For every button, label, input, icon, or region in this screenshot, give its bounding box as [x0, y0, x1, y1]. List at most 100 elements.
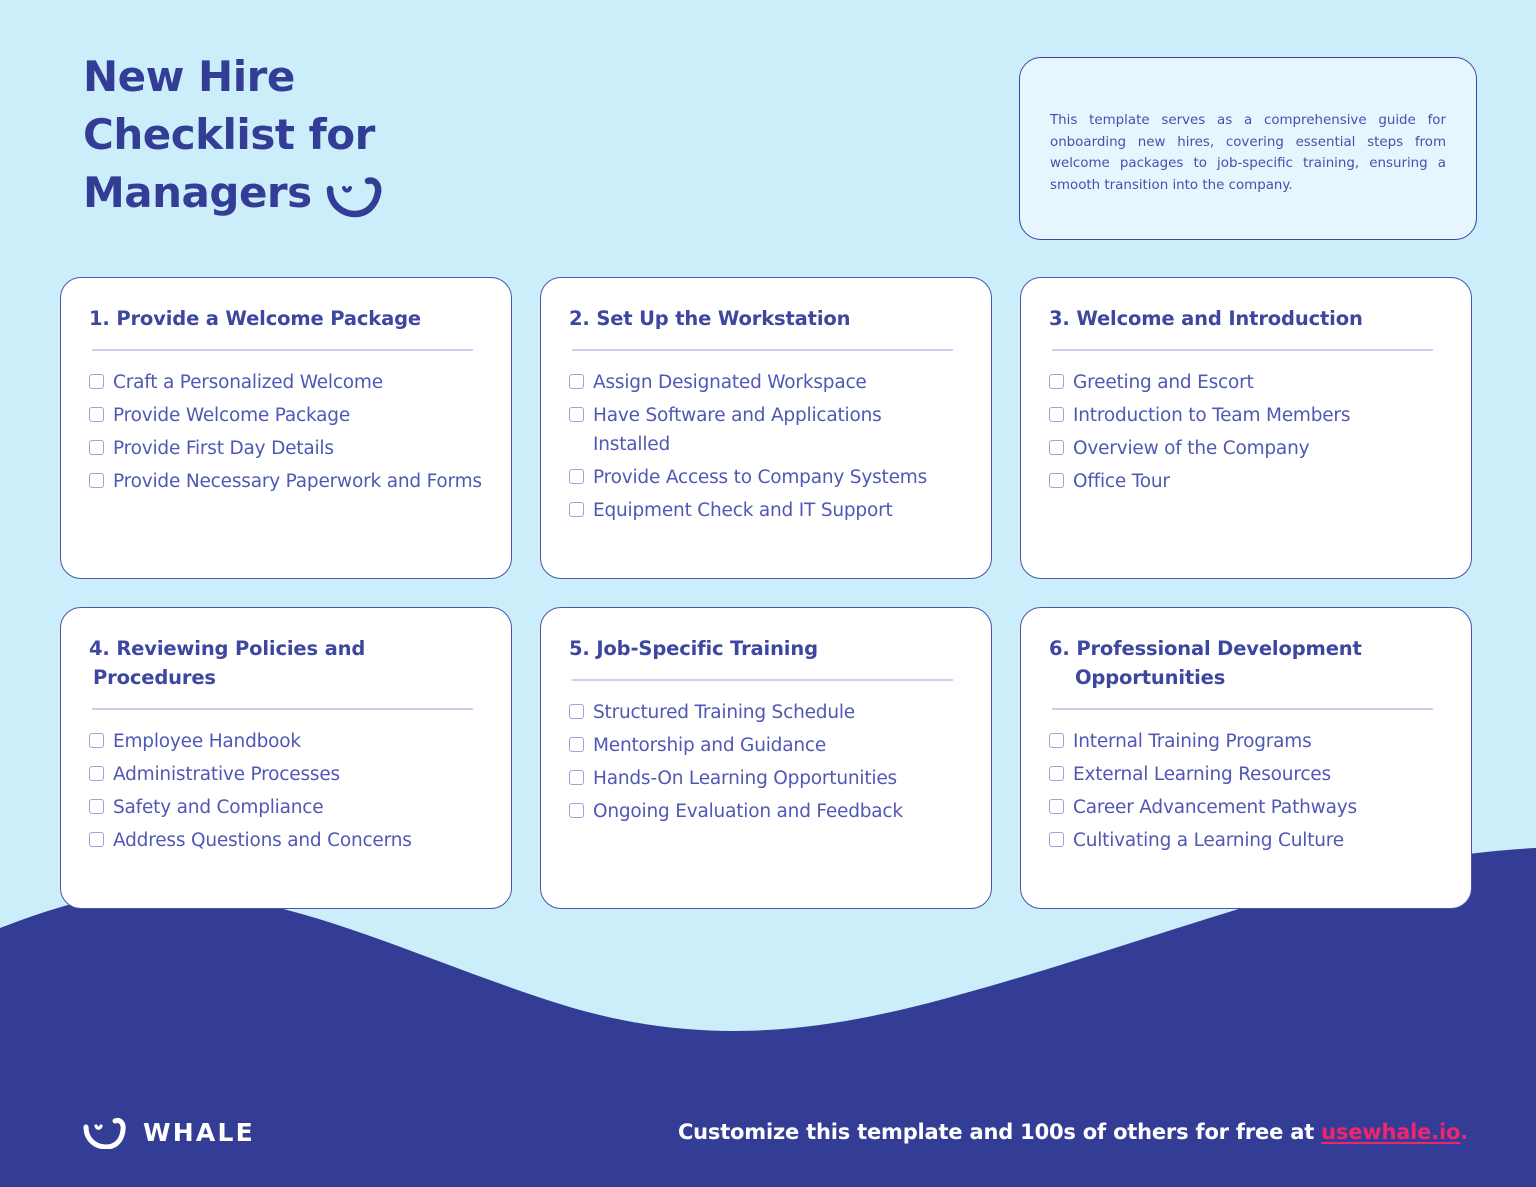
list-item[interactable]: Introduction to Team Members — [1049, 401, 1443, 430]
checkbox-icon[interactable] — [1049, 440, 1064, 455]
list-item-label: External Learning Resources — [1073, 764, 1331, 785]
page-title-line-2: Checklist for — [83, 110, 375, 159]
page-title-line-3: Managers — [83, 168, 312, 217]
checkbox-icon[interactable] — [569, 407, 584, 422]
checkbox-icon[interactable] — [89, 440, 104, 455]
checkbox-icon[interactable] — [1049, 473, 1064, 488]
footer-cta: Customize this template and 100s of othe… — [678, 1120, 1468, 1144]
list-item[interactable]: External Learning Resources — [1049, 760, 1443, 789]
checklist-card-4: 4. Reviewing Policies and Procedures Emp… — [60, 607, 512, 909]
list-item[interactable]: Employee Handbook — [89, 727, 483, 756]
checklist-card-1: 1. Provide a Welcome Package Craft a Per… — [60, 277, 512, 579]
list-item[interactable]: Greeting and Escort — [1049, 368, 1443, 397]
list-item[interactable]: Craft a Personalized Welcome — [89, 368, 483, 397]
checkbox-icon[interactable] — [89, 374, 104, 389]
checkbox-icon[interactable] — [1049, 374, 1064, 389]
brand-name: WHALE — [143, 1117, 255, 1147]
list-item[interactable]: Mentorship and Guidance — [569, 731, 963, 760]
list-item[interactable]: Hands-On Learning Opportunities — [569, 764, 963, 793]
list-item-label: Provide Access to Company Systems — [593, 467, 928, 488]
list-item-label: Introduction to Team Members — [1073, 405, 1351, 426]
card-divider-1 — [92, 349, 473, 351]
check-list-2: Assign Designated Workspace Have Softwar… — [569, 368, 963, 525]
check-list-3: Greeting and Escort Introduction to Team… — [1049, 368, 1443, 496]
usewhale-link[interactable]: usewhale.io — [1321, 1120, 1460, 1144]
list-item[interactable]: Provide First Day Details — [89, 434, 483, 463]
card-title-6: 6. Professional Development Opportunitie… — [1049, 634, 1443, 692]
checkbox-icon[interactable] — [1049, 733, 1064, 748]
checkbox-icon[interactable] — [89, 473, 104, 488]
checkbox-icon[interactable] — [89, 799, 104, 814]
list-item-label: Provide Necessary Paperwork and Forms — [113, 471, 482, 492]
checkbox-icon[interactable] — [89, 832, 104, 847]
list-item-label: Employee Handbook — [113, 731, 301, 752]
list-item[interactable]: Overview of the Company — [1049, 434, 1443, 463]
check-list-1: Craft a Personalized Welcome Provide Wel… — [89, 368, 483, 496]
list-item[interactable]: Have Software and Applications Installed — [569, 401, 963, 459]
card-title-1: 1. Provide a Welcome Package — [89, 307, 421, 330]
footer: WHALE Customize this template and 100s o… — [0, 1077, 1536, 1187]
card-divider-6 — [1052, 708, 1433, 710]
list-item[interactable]: Structured Training Schedule — [569, 698, 963, 727]
poster-page: New Hire Checklist for Managers This tem… — [0, 0, 1536, 1187]
checklist-grid: 1. Provide a Welcome Package Craft a Per… — [60, 277, 1480, 909]
list-item[interactable]: Safety and Compliance — [89, 793, 483, 822]
list-item[interactable]: Administrative Processes — [89, 760, 483, 789]
footer-cta-period: . — [1460, 1120, 1468, 1144]
checkbox-icon[interactable] — [1049, 832, 1064, 847]
card-title-6-line-1: 6. Professional Development — [1049, 637, 1362, 660]
list-item-label: Greeting and Escort — [1073, 372, 1254, 393]
list-item-label: Mentorship and Guidance — [593, 735, 827, 756]
whale-smile-icon — [83, 1115, 129, 1150]
checkbox-icon[interactable] — [1049, 799, 1064, 814]
description-text: This template serves as a comprehensive … — [1050, 113, 1446, 193]
checkbox-icon[interactable] — [1049, 766, 1064, 781]
list-item-label: Equipment Check and IT Support — [593, 500, 893, 521]
page-title-line-3-row: Managers — [83, 164, 643, 222]
list-item[interactable]: Assign Designated Workspace — [569, 368, 963, 397]
list-item-label: Craft a Personalized Welcome — [113, 372, 383, 393]
description-box: This template serves as a comprehensive … — [1019, 57, 1477, 240]
check-list-4: Employee Handbook Administrative Process… — [89, 727, 483, 855]
whale-smile-icon — [326, 172, 386, 218]
checkbox-icon[interactable] — [89, 766, 104, 781]
card-title-2: 2. Set Up the Workstation — [569, 307, 851, 330]
list-item-label: Safety and Compliance — [113, 797, 324, 818]
checkbox-icon[interactable] — [569, 770, 584, 785]
list-item[interactable]: Equipment Check and IT Support — [569, 496, 963, 525]
list-item-label: Address Questions and Concerns — [113, 830, 412, 851]
checkbox-icon[interactable] — [569, 502, 584, 517]
list-item[interactable]: Provide Welcome Package — [89, 401, 483, 430]
list-item[interactable]: Provide Necessary Paperwork and Forms — [89, 467, 483, 496]
checkbox-icon[interactable] — [569, 374, 584, 389]
list-item-label: Ongoing Evaluation and Feedback — [593, 801, 903, 822]
header: New Hire Checklist for Managers This tem… — [0, 0, 1536, 260]
list-item-label: Provide First Day Details — [113, 438, 334, 459]
list-item-label: Have Software and Applications Installed — [593, 405, 882, 455]
checkbox-icon[interactable] — [89, 407, 104, 422]
checkbox-icon[interactable] — [1049, 407, 1064, 422]
checkbox-icon[interactable] — [569, 803, 584, 818]
list-item-label: Provide Welcome Package — [113, 405, 351, 426]
footer-cta-text: Customize this template and 100s of othe… — [677, 1120, 1322, 1144]
list-item[interactable]: Provide Access to Company Systems — [569, 463, 963, 492]
title-block: New Hire Checklist for Managers — [83, 48, 643, 222]
card-divider-3 — [1052, 349, 1433, 351]
checkbox-icon[interactable] — [569, 737, 584, 752]
list-item[interactable]: Address Questions and Concerns — [89, 826, 483, 855]
list-item[interactable]: Office Tour — [1049, 467, 1443, 496]
checkbox-icon[interactable] — [569, 704, 584, 719]
list-item-label: Cultivating a Learning Culture — [1073, 830, 1344, 851]
checkbox-icon[interactable] — [89, 733, 104, 748]
list-item-label: Internal Training Programs — [1073, 731, 1312, 752]
checklist-card-6: 6. Professional Development Opportunitie… — [1020, 607, 1472, 909]
list-item[interactable]: Ongoing Evaluation and Feedback — [569, 797, 963, 826]
list-item[interactable]: Cultivating a Learning Culture — [1049, 826, 1443, 855]
card-divider-4 — [92, 708, 473, 710]
list-item-label: Office Tour — [1073, 471, 1170, 492]
checklist-card-3: 3. Welcome and Introduction Greeting and… — [1020, 277, 1472, 579]
list-item[interactable]: Career Advancement Pathways — [1049, 793, 1443, 822]
list-item[interactable]: Internal Training Programs — [1049, 727, 1443, 756]
page-title-line-1: New Hire — [83, 52, 295, 101]
checkbox-icon[interactable] — [569, 469, 584, 484]
